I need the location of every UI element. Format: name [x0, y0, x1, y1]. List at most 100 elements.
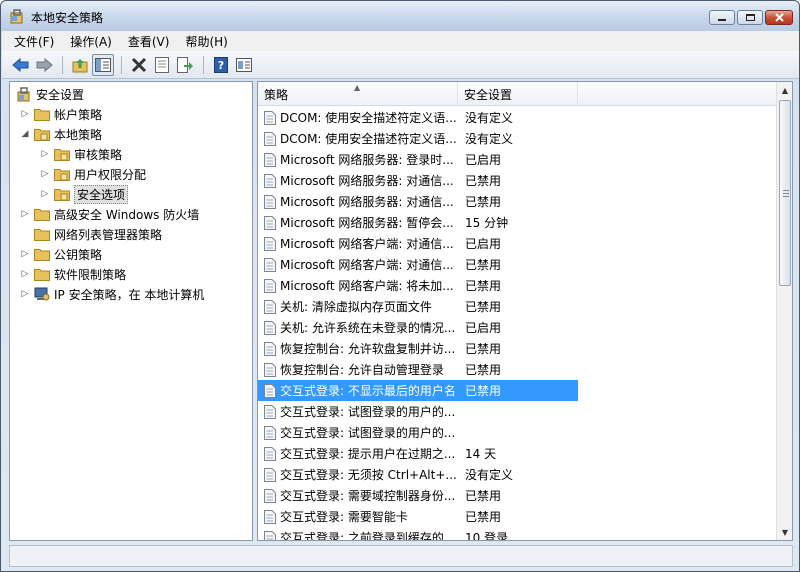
tree-item-label: 软件限制策略: [54, 267, 127, 282]
window-title: 本地安全策略: [31, 11, 104, 25]
menu-help[interactable]: 帮助(H): [185, 33, 227, 50]
folder-icon: [54, 169, 70, 181]
tree-item-firewall[interactable]: ▷ 高级安全 Windows 防火墙: [20, 204, 200, 224]
show-tree-icon: [95, 57, 111, 72]
tree-item-user-rights[interactable]: ▷ 用户权限分配: [40, 164, 146, 184]
table-row[interactable]: DCOM: 使用安全描述符定义语... 没有定义: [258, 128, 578, 149]
close-button[interactable]: [765, 10, 793, 25]
table-row[interactable]: 交互式登录: 无须按 Ctrl+Alt+... 没有定义: [258, 464, 578, 485]
table-row[interactable]: 恢复控制台: 允许软盘复制并访... 已禁用: [258, 338, 578, 359]
up-button[interactable]: [69, 54, 91, 76]
table-row[interactable]: 关机: 允许系统在未登录的情况... 已启用: [258, 317, 578, 338]
table-row[interactable]: Microsoft 网络服务器: 对通信... 已禁用: [258, 170, 578, 191]
table-row[interactable]: 交互式登录: 之前登录到缓存的... 10 登录: [258, 527, 578, 540]
toolbar-separator: [203, 55, 204, 74]
tree-item-label: 高级安全 Windows 防火墙: [54, 207, 200, 222]
table-row[interactable]: 交互式登录: 不显示最后的用户名 已禁用: [258, 380, 578, 401]
forward-button[interactable]: [33, 54, 55, 76]
security-setting-cell: 没有定义: [465, 468, 514, 482]
security-setting-cell: 已启用: [465, 321, 502, 335]
app-window: 本地安全策略 文件(F) 操作(A) 查看(V) 帮助(H) ? 安全设置 ▷ …: [0, 0, 800, 572]
tree-item-network-list[interactable]: 网络列表管理器策略: [20, 224, 162, 244]
scroll-down-icon[interactable]: ▼: [777, 524, 792, 540]
expand-icon[interactable]: ▷: [20, 209, 30, 219]
close-icon: [774, 13, 784, 22]
table-row[interactable]: 交互式登录: 需要域控制器身份... 已禁用: [258, 485, 578, 506]
policy-name-cell: Microsoft 网络服务器: 暂停会...: [280, 216, 454, 230]
table-row[interactable]: Microsoft 网络服务器: 登录时... 已启用: [258, 149, 578, 170]
security-setting-cell: 已禁用: [465, 300, 502, 314]
table-row[interactable]: 交互式登录: 提示用户在过期之... 14 天: [258, 443, 578, 464]
delete-button[interactable]: [128, 54, 150, 76]
table-row[interactable]: 关机: 清除虚拟内存页面文件 已禁用: [258, 296, 578, 317]
security-setting-cell: 已启用: [465, 153, 502, 167]
expand-icon[interactable]: ▷: [20, 109, 30, 119]
vertical-scrollbar[interactable]: ▲ ▼: [776, 82, 792, 540]
maximize-button[interactable]: [737, 10, 763, 25]
table-row[interactable]: Microsoft 网络客户端: 对通信... 已禁用: [258, 254, 578, 275]
open-folder-icon: [34, 129, 50, 141]
tree-item-account-policy[interactable]: ▷ 帐户策略: [20, 104, 102, 124]
help-button[interactable]: ?: [210, 54, 232, 76]
table-row[interactable]: 交互式登录: 试图登录的用户的...: [258, 422, 578, 443]
tree-item-audit-policy[interactable]: ▷ 审核策略: [40, 144, 122, 164]
expand-icon[interactable]: ▷: [20, 269, 30, 279]
table-row[interactable]: Microsoft 网络服务器: 对通信... 已禁用: [258, 191, 578, 212]
menu-action[interactable]: 操作(A): [70, 33, 112, 50]
column-header-policy[interactable]: 策略 ▲: [258, 82, 458, 106]
table-row[interactable]: 交互式登录: 试图登录的用户的...: [258, 401, 578, 422]
policy-document-icon: [264, 509, 276, 524]
expand-icon[interactable]: ▷: [40, 169, 50, 179]
table-row[interactable]: Microsoft 网络服务器: 暂停会... 15 分钟: [258, 212, 578, 233]
tree-item-security-options[interactable]: ▷ 安全选项: [40, 184, 129, 204]
expand-icon[interactable]: ▷: [40, 149, 50, 159]
policy-list-pane: 策略 ▲ 安全设置 DCOM: 使用安全描述符定义语... 没有定义 DCOM: 使…: [257, 81, 793, 541]
view-button[interactable]: [233, 54, 255, 76]
back-button[interactable]: [10, 54, 32, 76]
security-setting-cell: 已禁用: [465, 489, 502, 503]
title-bar[interactable]: 本地安全策略: [1, 1, 799, 31]
policy-document-icon: [264, 257, 276, 272]
security-setting-cell: 15 分钟: [465, 216, 509, 230]
table-row[interactable]: Microsoft 网络客户端: 将未加... 已禁用: [258, 275, 578, 296]
scroll-up-icon[interactable]: ▲: [777, 82, 792, 98]
svg-text:?: ?: [218, 59, 224, 72]
table-row[interactable]: Microsoft 网络客户端: 对通信... 已启用: [258, 233, 578, 254]
tree-item-software-restriction[interactable]: ▷ 软件限制策略: [20, 264, 126, 284]
tree-item-public-key[interactable]: ▷ 公钥策略: [20, 244, 102, 264]
policy-document-icon: [264, 488, 276, 503]
policy-document-icon: [264, 530, 276, 540]
policy-name-cell: 恢复控制台: 允许软盘复制并访...: [280, 342, 456, 356]
table-row[interactable]: 交互式登录: 需要智能卡 已禁用: [258, 506, 578, 527]
show-hide-tree-button[interactable]: [92, 53, 114, 76]
tree-item-ip-security[interactable]: ▷ IP 安全策略，在 本地计算机: [20, 284, 204, 304]
menu-file[interactable]: 文件(F): [14, 33, 54, 50]
tree-item-security-settings[interactable]: 安全设置: [16, 84, 84, 104]
expand-icon[interactable]: ▷: [20, 289, 30, 299]
menu-view[interactable]: 查看(V): [128, 33, 170, 50]
menu-bar: 文件(F) 操作(A) 查看(V) 帮助(H): [2, 31, 799, 51]
folder-icon: [34, 109, 50, 121]
tree-item-local-policy[interactable]: ◢ 本地策略: [20, 124, 102, 144]
policy-name-cell: 交互式登录: 需要智能卡: [280, 510, 408, 524]
column-header-setting[interactable]: 安全设置: [458, 82, 578, 106]
status-bar: [9, 545, 793, 567]
expand-icon[interactable]: ▷: [20, 249, 30, 259]
policy-name-cell: Microsoft 网络服务器: 登录时...: [280, 153, 454, 167]
security-setting-cell: 已禁用: [465, 258, 502, 272]
export-list-button[interactable]: [174, 54, 196, 76]
policy-document-icon: [264, 236, 276, 251]
properties-button[interactable]: [151, 54, 173, 76]
sort-ascending-icon: ▲: [354, 83, 361, 92]
security-setting-cell: 没有定义: [465, 111, 514, 125]
policy-document-icon: [264, 152, 276, 167]
column-header-label: 策略: [264, 87, 289, 102]
minimize-button[interactable]: [709, 10, 735, 25]
table-row[interactable]: DCOM: 使用安全描述符定义语... 没有定义: [258, 107, 578, 128]
expand-icon[interactable]: ▷: [40, 189, 50, 199]
scroll-thumb[interactable]: [779, 100, 791, 286]
help-icon: ?: [214, 56, 228, 73]
policy-name-cell: 关机: 清除虚拟内存页面文件: [280, 300, 432, 314]
collapse-icon[interactable]: ◢: [20, 129, 30, 139]
table-row[interactable]: 恢复控制台: 允许自动管理登录 已禁用: [258, 359, 578, 380]
